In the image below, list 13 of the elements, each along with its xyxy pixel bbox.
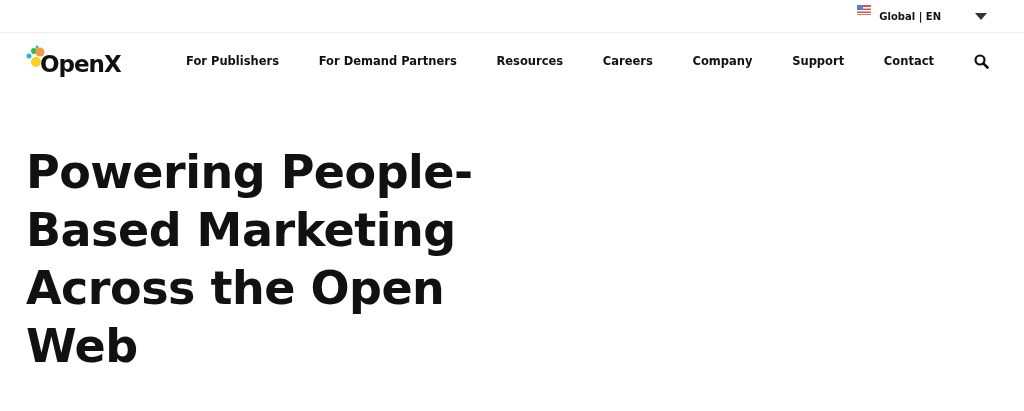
hero-headline: Powering People-Based Marketing Across the Open Web [26, 144, 474, 375]
search-icon[interactable] [974, 53, 989, 69]
nav-link[interactable]: Resources [496, 54, 564, 68]
nav-link[interactable]: Careers [602, 54, 653, 68]
nav-link[interactable]: Contact [883, 54, 934, 68]
nav-link[interactable]: For Demand Partners [318, 54, 457, 68]
dropdown-caret-icon[interactable] [975, 12, 987, 20]
flag-icon [857, 4, 872, 15]
locale-selector[interactable]: Global | EN [879, 10, 941, 22]
logo-text[interactable]: OpenX [40, 51, 121, 77]
nav-link[interactable]: For Publishers [186, 54, 280, 68]
nav-link[interactable]: Support [792, 54, 845, 68]
nav-link[interactable]: Company [692, 54, 753, 68]
